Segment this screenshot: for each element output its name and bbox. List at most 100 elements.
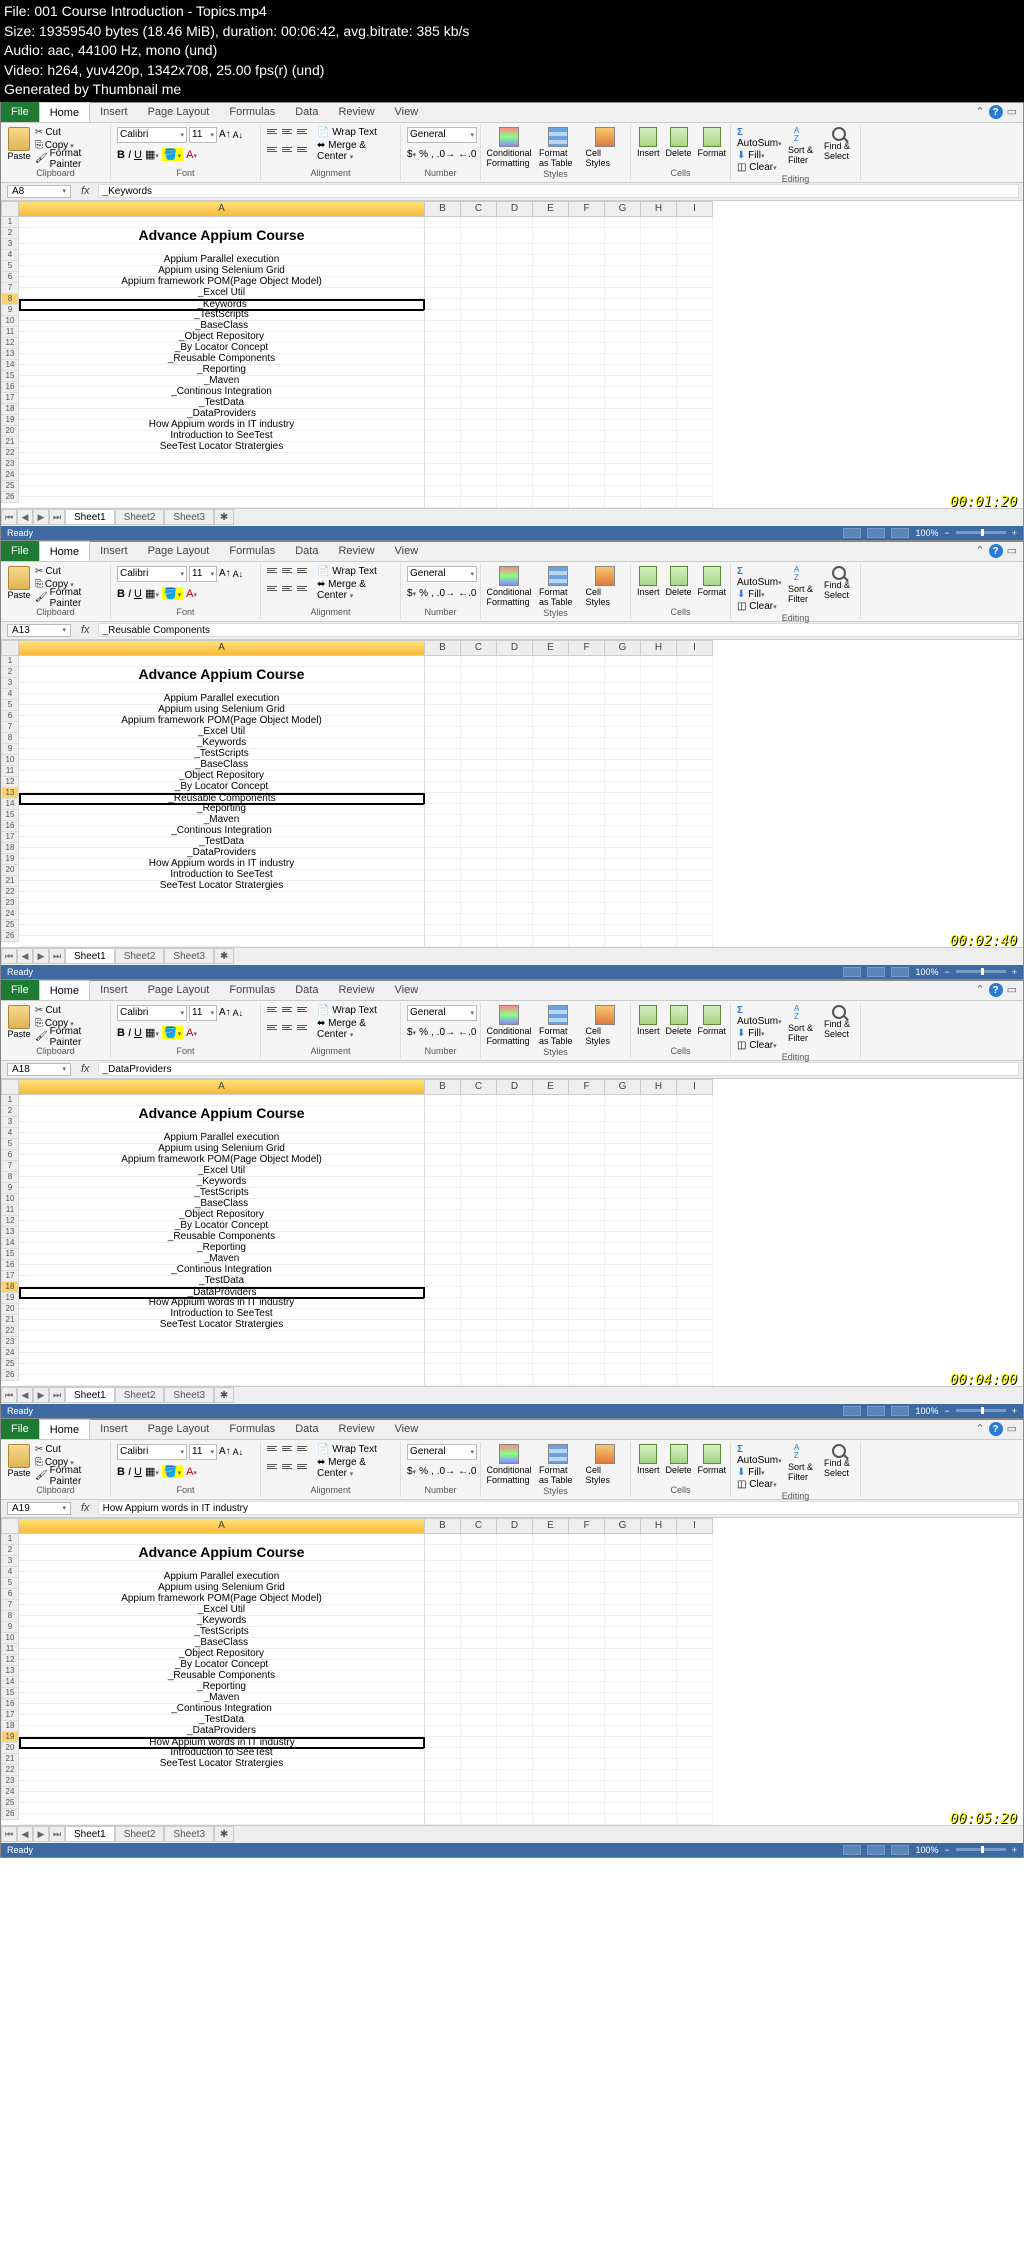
cell-a1[interactable] [19,217,425,228]
cell-h12[interactable] [641,1660,677,1671]
cell-i14[interactable] [677,365,713,376]
row-header-2[interactable]: 2 [1,1106,19,1117]
cell-b14[interactable] [425,1682,461,1693]
cell-a21[interactable]: SeeTest Locator Stratergies [19,1320,425,1331]
comma-button[interactable]: , [431,588,434,599]
cell-b25[interactable] [425,1364,461,1375]
cell-a14[interactable]: _Reporting [19,1243,425,1254]
sort-filter-button[interactable]: Sort & Filter [788,127,818,173]
cell-e23[interactable] [533,903,569,914]
help-icon[interactable]: ? [989,544,1003,558]
cell-i12[interactable] [677,782,713,793]
cell-g7[interactable] [605,727,641,738]
italic-button[interactable]: I [128,149,131,161]
sheet-tab-sheet1[interactable]: Sheet1 [65,509,115,525]
col-header-f[interactable]: F [569,640,605,656]
cell-f10[interactable] [569,321,605,332]
cell-d24[interactable] [497,1353,533,1364]
cell-c1[interactable] [461,1534,497,1545]
autosum-button[interactable]: Σ AutoSum▾ [737,1444,782,1466]
row-header-4[interactable]: 4 [1,689,19,700]
cell-d6[interactable] [497,1155,533,1166]
cell-d1[interactable] [497,1095,533,1106]
cell-h23[interactable] [641,464,677,475]
cell-h18[interactable] [641,848,677,859]
align-button[interactable] [297,1005,311,1015]
font-color-button[interactable]: A▾ [186,149,197,161]
cell-b16[interactable] [425,1704,461,1715]
cell-b25[interactable] [425,1803,461,1814]
cell-b22[interactable] [425,453,461,464]
cell-i6[interactable] [677,716,713,727]
col-header-i[interactable]: I [677,201,713,217]
cell-g6[interactable] [605,1594,641,1605]
cell-c22[interactable] [461,892,497,903]
zoom-level[interactable]: 100% [915,528,938,538]
cell-b19[interactable] [425,859,461,870]
row-header-13[interactable]: 13 [1,1666,19,1677]
cell-c18[interactable] [461,1287,497,1298]
zoom-out-button[interactable]: − [944,528,949,538]
align-button[interactable] [267,1023,281,1033]
cell-e11[interactable] [533,771,569,782]
cell-g22[interactable] [605,892,641,903]
cell-f1[interactable] [569,217,605,228]
comma-button[interactable]: , [431,1466,434,1477]
cell-h23[interactable] [641,1781,677,1792]
cell-g24[interactable] [605,1792,641,1803]
cell-a18[interactable]: _DataProviders [19,848,425,859]
row-header-20[interactable]: 20 [1,1304,19,1315]
align-button[interactable] [267,1005,281,1015]
cell-f10[interactable] [569,1638,605,1649]
cell-c26[interactable] [461,1375,497,1386]
row-header-11[interactable]: 11 [1,766,19,777]
cell-b24[interactable] [425,475,461,486]
cell-g21[interactable] [605,1320,641,1331]
cell-i2[interactable] [677,228,713,244]
align-button[interactable] [267,584,281,594]
cell-c22[interactable] [461,1770,497,1781]
cell-f26[interactable] [569,1814,605,1825]
cell-d15[interactable] [497,1254,533,1265]
cell-f21[interactable] [569,1320,605,1331]
merge-center-button[interactable]: ⬌ Merge & Center ▾ [317,140,394,162]
cell-g6[interactable] [605,1155,641,1166]
next-sheet-button[interactable]: ▶ [33,509,49,525]
cell-a5[interactable]: Appium using Selenium Grid [19,266,425,277]
row-header-18[interactable]: 18 [1,1282,19,1293]
cell-f4[interactable] [569,694,605,705]
cell-e11[interactable] [533,332,569,343]
ribbon-tab-view[interactable]: View [385,541,429,561]
cell-a7[interactable]: _Excel Util [19,1166,425,1177]
cell-i1[interactable] [677,217,713,228]
ribbon-tab-review[interactable]: Review [328,541,384,561]
italic-button[interactable]: I [128,588,131,600]
cell-b12[interactable] [425,1221,461,1232]
cell-f22[interactable] [569,1331,605,1342]
cell-g2[interactable] [605,1106,641,1122]
merge-center-button[interactable]: ⬌ Merge & Center ▾ [317,579,394,601]
cell-b8[interactable] [425,1177,461,1188]
row-header-19[interactable]: 19 [1,1732,19,1743]
fx-icon[interactable]: fx [81,185,90,197]
cell-e12[interactable] [533,1221,569,1232]
ribbon-tab-page-layout[interactable]: Page Layout [138,541,220,561]
cell-h11[interactable] [641,1649,677,1660]
cell-d11[interactable] [497,1649,533,1660]
cell-b26[interactable] [425,1814,461,1825]
cell-b7[interactable] [425,1605,461,1616]
cell-d17[interactable] [497,837,533,848]
ribbon-tab-view[interactable]: View [385,102,429,122]
cell-c13[interactable] [461,793,497,804]
font-size-select[interactable]: 11▾ [189,127,217,143]
cell-b6[interactable] [425,277,461,288]
cell-c24[interactable] [461,475,497,486]
cell-g3[interactable] [605,1561,641,1572]
row-header-23[interactable]: 23 [1,898,19,909]
align-button[interactable] [297,127,311,137]
cell-f25[interactable] [569,925,605,936]
percent-button[interactable]: % [419,149,428,160]
cell-e19[interactable] [533,859,569,870]
cell-e2[interactable] [533,1106,569,1122]
cell-i19[interactable] [677,859,713,870]
